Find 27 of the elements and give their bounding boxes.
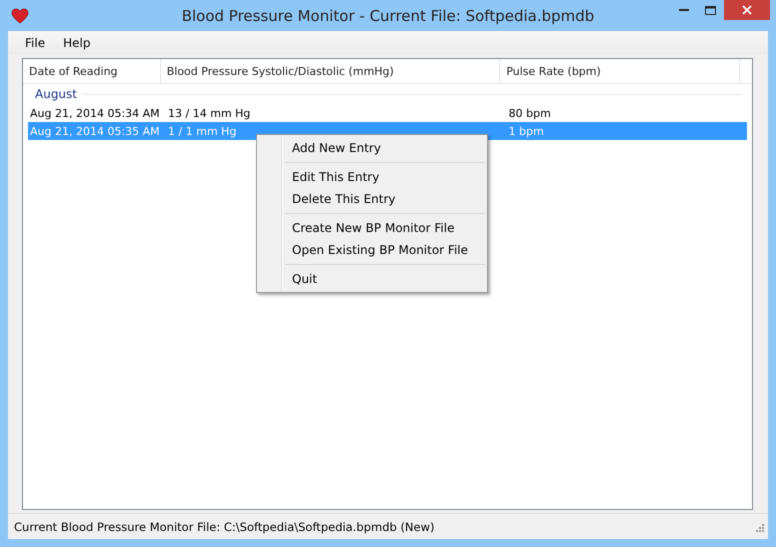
close-icon: [742, 5, 752, 15]
column-header[interactable]: Pulse Rate (bpm): [500, 59, 740, 83]
list-row[interactable]: Aug 21, 2014 05:34 AM 13 / 14 mm Hg 80 bpm: [28, 104, 747, 122]
table-cell-text: 1 / 1 mm Hg: [167, 124, 238, 138]
context-menu-item[interactable]: Add New Entry: [257, 137, 487, 159]
context-menu-item[interactable]: Create New BP Monitor File: [257, 217, 487, 239]
table-cell-text: Aug 21, 2014 05:34 AM: [29, 106, 161, 120]
table-cell-text: 1 bpm: [508, 124, 545, 138]
minimize-icon: [678, 8, 688, 12]
context-menu-item[interactable]: Edit This Entry: [257, 166, 487, 188]
group-header: August: [35, 87, 77, 101]
status-text: Current Blood Pressure Monitor File: C:\Softpedia\Softpedia.bpmdb (New): [14, 520, 435, 534]
menu-item[interactable]: Help: [55, 34, 98, 52]
context-menu-item[interactable]: Delete This Entry: [257, 188, 487, 210]
window-title: Blood Pressure Monitor - Current File: Softpedia.bpmdb: [180, 6, 596, 24]
context-menu-item[interactable]: Quit: [257, 268, 487, 290]
maximize-icon: [705, 6, 716, 14]
resize-grip-icon[interactable]: [754, 522, 764, 532]
context-menu-item[interactable]: Open Existing BP Monitor File: [257, 239, 487, 261]
column-header[interactable]: Date of Reading: [23, 59, 161, 83]
table-cell-text: 13 / 14 mm Hg: [167, 106, 252, 120]
table-cell-text: Aug 21, 2014 05:35 AM: [29, 124, 161, 138]
heart-icon: [11, 8, 29, 24]
column-header[interactable]: Blood Pressure Systolic/Diastolic (mmHg): [160, 59, 500, 83]
table-cell-text: 80 bpm: [508, 106, 552, 120]
menu-item[interactable]: File: [17, 34, 54, 52]
close-button[interactable]: [724, 0, 770, 20]
